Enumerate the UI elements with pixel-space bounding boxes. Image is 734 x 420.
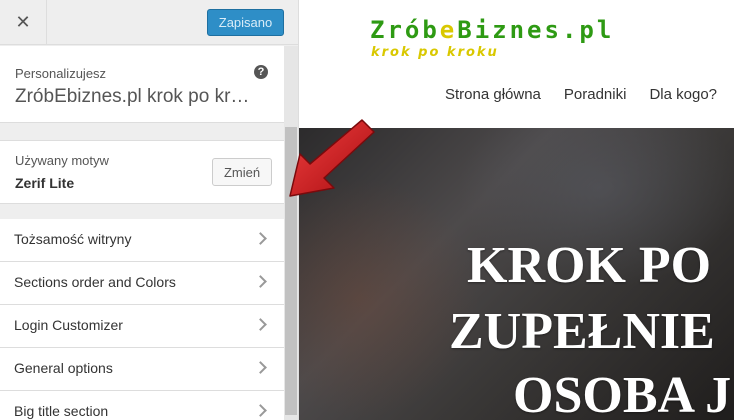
- customizing-label: Personalizujesz: [15, 66, 107, 81]
- active-theme-label: Używany motyw: [15, 153, 109, 168]
- save-button[interactable]: Zapisano: [207, 9, 284, 36]
- close-icon: ✕: [15, 12, 31, 32]
- logo-text-end: Biznes.pl: [457, 16, 615, 44]
- section-label: Sections order and Colors: [14, 274, 176, 290]
- site-title: ZróbEbiznes.pl krok po kr…: [15, 86, 250, 107]
- nav-item-for-whom[interactable]: Dla kogo?: [649, 86, 717, 103]
- chevron-right-icon: [254, 275, 267, 288]
- section-label: Big title section: [14, 403, 109, 419]
- close-button[interactable]: ✕: [0, 0, 47, 45]
- hero-title-line: ZUPEŁNIE: [449, 303, 715, 360]
- section-login-customizer[interactable]: Login Customizer: [0, 305, 284, 348]
- sections-list: Tożsamość witryny Sections order and Col…: [0, 219, 284, 420]
- active-theme: Używany motyw Zerif Lite Zmień: [0, 140, 284, 204]
- section-order-colors[interactable]: Sections order and Colors: [0, 262, 284, 305]
- chevron-right-icon: [254, 318, 267, 331]
- section-label: Tożsamość witryny: [14, 231, 132, 247]
- section-label: General options: [14, 360, 113, 376]
- red-arrow-icon: [289, 119, 375, 197]
- section-site-identity[interactable]: Tożsamość witryny: [0, 219, 284, 262]
- customizer-info: Personalizujesz ? ZróbEbiznes.pl krok po…: [0, 46, 284, 123]
- change-theme-button[interactable]: Zmień: [212, 158, 272, 186]
- site-tagline: krok po kroku: [371, 45, 499, 60]
- logo-text-start: Zrób: [370, 16, 440, 44]
- theme-name: Zerif Lite: [15, 175, 75, 191]
- nav-item-home[interactable]: Strona główna: [445, 86, 541, 103]
- chevron-right-icon: [254, 232, 267, 245]
- customizer-header: ✕ Zapisano: [0, 0, 298, 45]
- chevron-right-icon: [254, 361, 267, 374]
- site-preview: ZróbeBiznes.pl krok po kroku Strona głów…: [298, 0, 734, 420]
- help-icon[interactable]: ?: [254, 65, 268, 79]
- main-navigation: Strona główna Poradniki Dla kogo?: [445, 86, 717, 103]
- nav-item-guides[interactable]: Poradniki: [564, 86, 627, 103]
- site-logo[interactable]: ZróbeBiznes.pl: [370, 16, 614, 44]
- section-general-options[interactable]: General options: [0, 348, 284, 391]
- hero-title-line: OSOBA J: [513, 367, 732, 420]
- chevron-right-icon: [254, 404, 267, 417]
- hero-title-line: KROK PO: [467, 237, 712, 294]
- section-label: Login Customizer: [14, 317, 123, 333]
- customizer-panel: ✕ Zapisano Personalizujesz ? ZróbEbiznes…: [0, 0, 298, 420]
- section-big-title[interactable]: Big title section: [0, 391, 284, 420]
- logo-text-e: e: [439, 16, 458, 44]
